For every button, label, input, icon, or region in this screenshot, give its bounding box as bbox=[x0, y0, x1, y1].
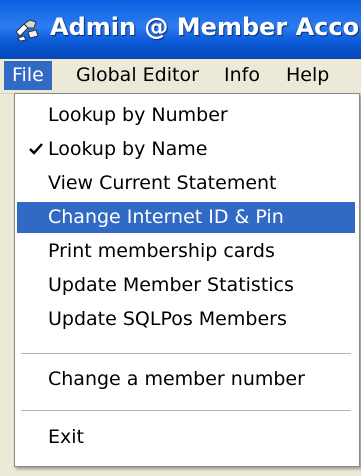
menu-help[interactable]: Help bbox=[278, 61, 337, 90]
menu-item-label: Change a member number bbox=[48, 368, 305, 390]
menu-item-lookup-by-number[interactable]: Lookup by Number bbox=[17, 100, 355, 131]
menu-item-label: Lookup by Number bbox=[48, 104, 228, 126]
menu-item-exit[interactable]: Exit bbox=[17, 422, 355, 453]
menu-item-change-internet-id-pin[interactable]: Change Internet ID & Pin bbox=[17, 202, 355, 233]
menu-bar: File Global Editor Info Help bbox=[0, 59, 361, 94]
menu-item-label: Lookup by Name bbox=[48, 138, 208, 160]
title-bar[interactable]: Admin @ Member Accour bbox=[0, 0, 361, 59]
menu-item-label: View Current Statement bbox=[48, 172, 277, 194]
menu-item-update-member-statistics[interactable]: Update Member Statistics bbox=[17, 270, 355, 301]
menu-separator bbox=[21, 353, 351, 355]
menu-item-view-current-statement[interactable]: View Current Statement bbox=[17, 168, 355, 199]
menu-item-label: Update Member Statistics bbox=[48, 274, 294, 296]
menu-item-lookup-by-name[interactable]: Lookup by Name bbox=[17, 134, 355, 165]
menu-info[interactable]: Info bbox=[216, 61, 268, 90]
menu-separator bbox=[21, 410, 351, 412]
menu-item-label: Print membership cards bbox=[48, 240, 275, 262]
menu-item-label: Exit bbox=[48, 426, 84, 448]
key-icon[interactable] bbox=[14, 18, 40, 42]
menu-item-label: Change Internet ID & Pin bbox=[48, 206, 284, 228]
file-menu-dropdown: Lookup by Number Lookup by Name View Cur… bbox=[14, 93, 360, 467]
menu-item-change-member-number[interactable]: Change a member number bbox=[17, 364, 355, 395]
checkmark-icon bbox=[29, 143, 43, 155]
menu-item-update-sqlpos-members[interactable]: Update SQLPos Members bbox=[17, 304, 355, 335]
menu-file[interactable]: File bbox=[4, 61, 52, 90]
menu-item-label: Update SQLPos Members bbox=[48, 308, 287, 330]
menu-global-editor[interactable]: Global Editor bbox=[68, 61, 207, 90]
menu-item-print-membership-cards[interactable]: Print membership cards bbox=[17, 236, 355, 267]
window-title: Admin @ Member Accour bbox=[50, 13, 361, 41]
